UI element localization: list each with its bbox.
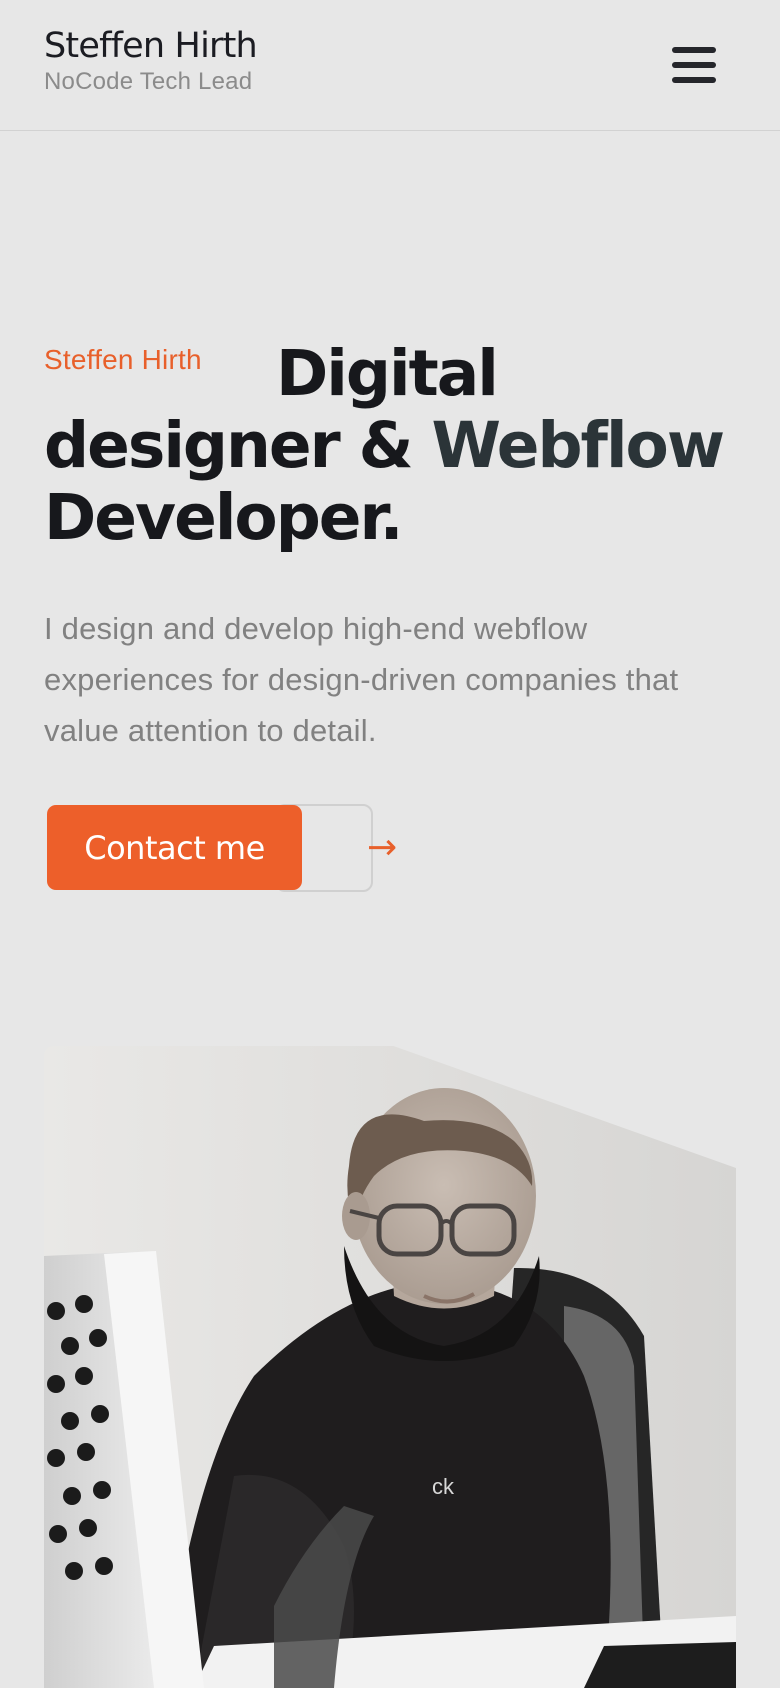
headline-part-3: Developer. <box>44 481 404 554</box>
hero-headline: Digital designer & Webflow Developer. <box>44 338 744 554</box>
menu-bar-middle <box>672 62 716 68</box>
hamburger-menu-icon[interactable] <box>666 40 722 90</box>
contact-me-button[interactable]: Contact me <box>47 805 302 890</box>
menu-bar-bottom <box>672 77 716 83</box>
arrow-right-icon: → <box>367 827 398 868</box>
headline-part-1: Digital designer & <box>44 337 499 482</box>
headline-part-2: Webflow <box>431 409 725 482</box>
portrait-illustration: ck <box>44 1046 736 1688</box>
brand-name[interactable]: Steffen Hirth <box>44 26 258 66</box>
site-header: Steffen Hirth NoCode Tech Lead <box>0 0 780 131</box>
brand[interactable]: Steffen Hirth NoCode Tech Lead <box>44 26 258 96</box>
brand-role: NoCode Tech Lead <box>44 68 253 95</box>
page: Steffen Hirth NoCode Tech Lead Steffen H… <box>0 0 780 1688</box>
contact-cta: → Contact me <box>47 804 397 892</box>
hero-lead: I design and develop high-end webflow ex… <box>44 611 679 748</box>
menu-bar-top <box>672 47 716 53</box>
hoodie-logo: ck <box>432 1474 455 1499</box>
portrait-photo: ck <box>44 1046 736 1688</box>
